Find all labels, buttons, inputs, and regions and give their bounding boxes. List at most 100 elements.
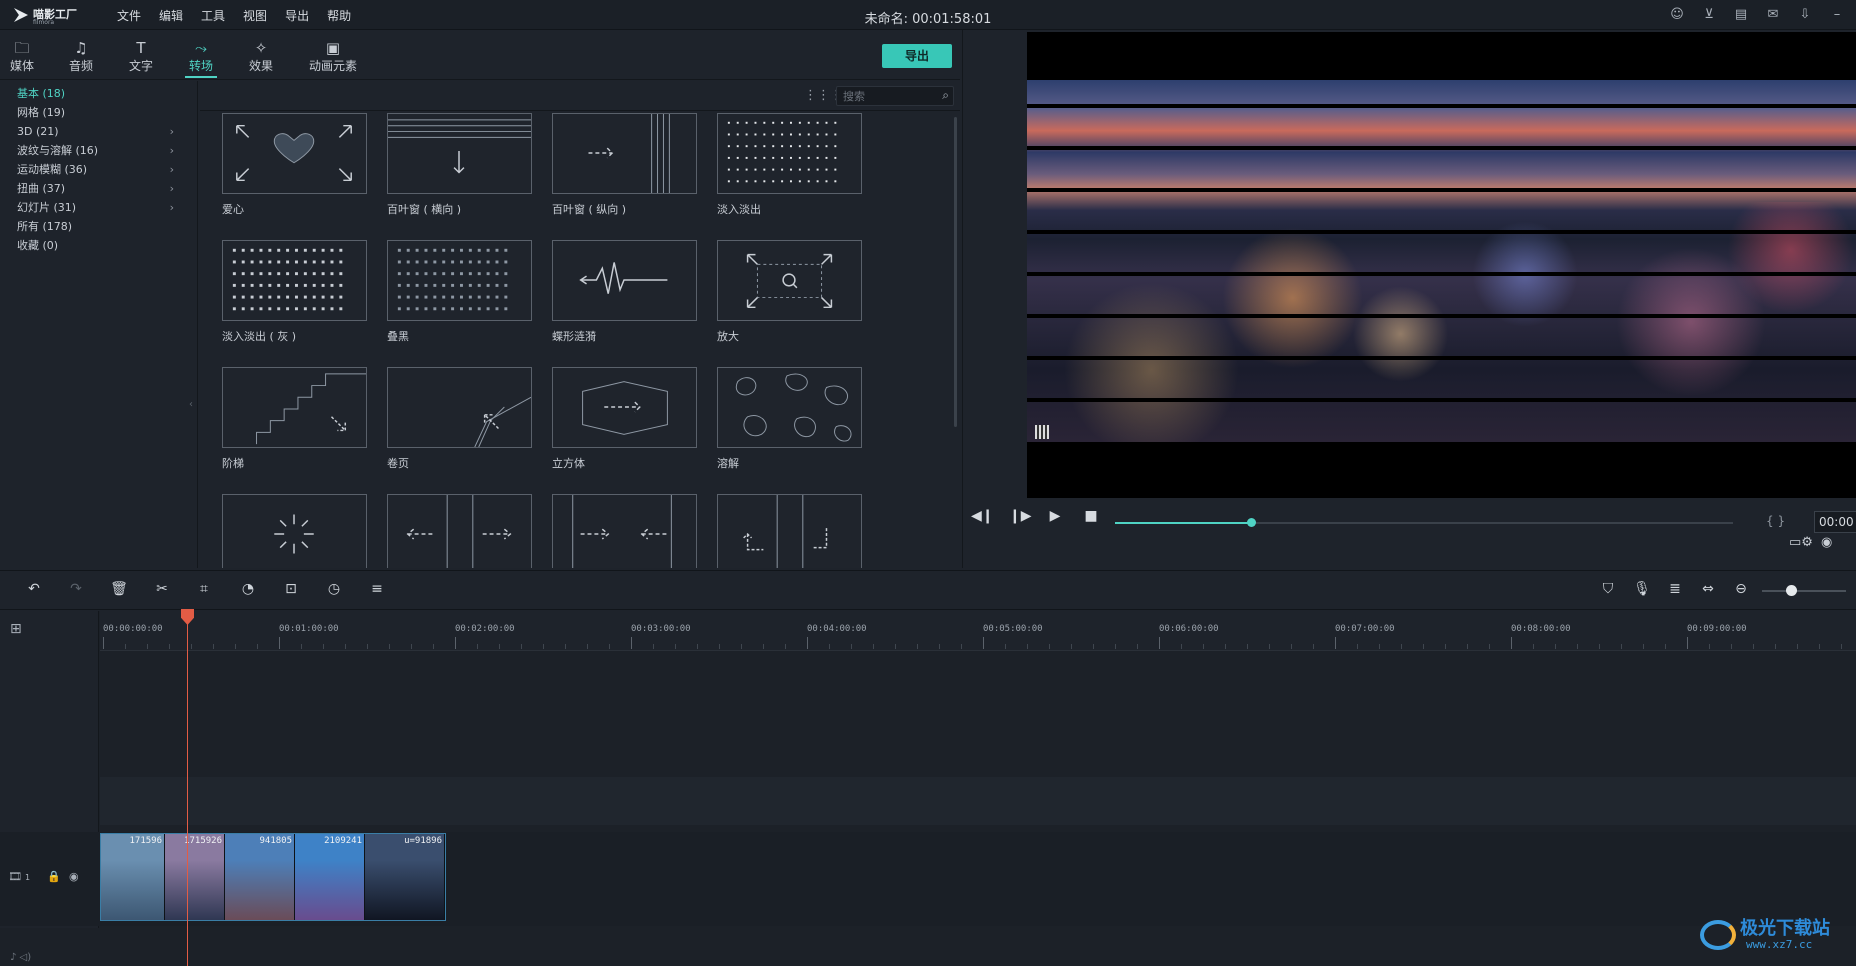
zoom-slider[interactable]: [1762, 590, 1846, 592]
play-frame-icon[interactable]: ❙▶: [1009, 508, 1032, 524]
transition-tile-slide-split[interactable]: [552, 494, 697, 568]
lock-icon[interactable]: 🔒: [47, 870, 61, 883]
menu-export[interactable]: 导出: [276, 7, 318, 24]
timeline-clip[interactable]: 171596: [101, 834, 165, 920]
time-ruler[interactable]: 00:00:00:00 00:01:00:00 00:02:00:00 00:03:0…: [100, 611, 1856, 651]
transition-tile-burst[interactable]: [222, 494, 367, 568]
render-preview-icon[interactable]: ▭⚙: [1789, 535, 1813, 550]
tab-elements[interactable]: ▣ 动画元素: [307, 38, 359, 78]
transition-tile-page-curl[interactable]: 卷页: [387, 367, 532, 477]
ruler-minor-tick: [565, 644, 566, 649]
category-warp[interactable]: 扭曲 (37) ›: [0, 179, 197, 198]
tab-audio[interactable]: ♫ 音频: [67, 38, 95, 78]
cart-icon[interactable]: ⊻: [1700, 6, 1718, 24]
menu-view[interactable]: 视图: [234, 7, 276, 24]
speed-icon[interactable]: ◔: [238, 581, 258, 597]
category-basic[interactable]: 基本 (18): [0, 84, 197, 103]
search-icon[interactable]: ⌕: [942, 88, 949, 103]
export-button[interactable]: 导出: [882, 44, 952, 68]
crop-icon[interactable]: ⌗: [194, 581, 214, 597]
transition-tile-dots-fine[interactable]: 淡入淡出: [717, 113, 862, 223]
marker-icon[interactable]: ⛉: [1598, 581, 1618, 597]
voiceover-icon[interactable]: ≣: [1665, 581, 1685, 597]
user-icon[interactable]: ☺: [1668, 6, 1686, 24]
ruler-minor-tick: [1423, 644, 1424, 649]
undo-icon[interactable]: ↶: [24, 581, 44, 597]
transition-tile-blinds-v[interactable]: 百叶窗 ( 纵向 ): [552, 113, 697, 223]
progress-slider[interactable]: [1115, 518, 1733, 527]
grid-scrollbar[interactable]: [954, 117, 957, 427]
add-track-icon[interactable]: ⊞: [10, 621, 22, 637]
ruler-major-tick: [455, 637, 456, 649]
search-box[interactable]: ⌕: [836, 86, 954, 106]
slide-split-transition-icon: [552, 494, 697, 568]
delete-icon[interactable]: 🗑: [109, 581, 129, 597]
ruler-minor-tick: [939, 644, 940, 649]
transition-tile-dots-gray[interactable]: 淡入淡出 ( 灰 ): [222, 240, 367, 350]
transition-tile-wave[interactable]: 蝶形涟漪: [552, 240, 697, 350]
category-favorites[interactable]: 收藏 (0): [0, 236, 197, 255]
cut-icon[interactable]: ✂: [152, 581, 172, 597]
zoom-knob[interactable]: [1786, 585, 1798, 596]
adjust-icon[interactable]: ≡: [367, 581, 387, 597]
cube-transition-icon: [552, 367, 697, 448]
ruler-label: 00:04:00:00: [807, 624, 867, 634]
menu-help[interactable]: 帮助: [318, 7, 360, 24]
category-motion-blur[interactable]: 运动模糊 (36) ›: [0, 160, 197, 179]
mark-in-out-icon[interactable]: { }: [1766, 514, 1785, 528]
microphone-icon[interactable]: 🎙: [1632, 581, 1652, 597]
fit-icon[interactable]: ⇔: [1698, 581, 1718, 597]
transition-tile-zoom[interactable]: 放大: [717, 240, 862, 350]
timeline-clip[interactable]: u=91896: [365, 834, 445, 920]
playhead-line[interactable]: [187, 620, 188, 966]
ruler-minor-tick: [719, 644, 720, 649]
transition-tile-stairs[interactable]: 阶梯: [222, 367, 367, 477]
prev-frame-icon[interactable]: ◀❙: [971, 508, 994, 524]
timeline-clip[interactable]: 1715926: [165, 834, 225, 920]
tab-elements-label: 动画元素: [308, 59, 357, 73]
category-slideshow[interactable]: 幻灯片 (31) ›: [0, 198, 197, 217]
logo-sub: filmora: [33, 19, 55, 26]
minimize-icon[interactable]: –: [1828, 6, 1846, 24]
tab-text[interactable]: T 文字: [127, 38, 155, 78]
category-grid[interactable]: 网格 (19): [0, 103, 197, 122]
transition-tile-push-split[interactable]: [387, 494, 532, 568]
play-icon[interactable]: ▶: [1045, 508, 1065, 524]
collapse-panel-icon[interactable]: ‹: [189, 399, 193, 410]
zoom-out-icon[interactable]: ⊖: [1731, 581, 1751, 597]
eye-icon[interactable]: ◉: [69, 870, 79, 883]
ruler-minor-tick: [1247, 644, 1248, 649]
transition-tile-blinds-h[interactable]: 百叶窗 ( 横向 ): [387, 113, 532, 223]
transition-tile-heart[interactable]: 爱心: [222, 113, 367, 223]
download-icon[interactable]: ⇩: [1796, 6, 1814, 24]
search-input[interactable]: [843, 89, 931, 104]
transition-label: 叠黑: [387, 330, 409, 343]
transition-tile-dissolve[interactable]: 溶解: [717, 367, 862, 477]
menu-file[interactable]: 文件: [108, 7, 150, 24]
timeline-clip[interactable]: 2109241: [295, 834, 365, 920]
progress-knob[interactable]: [1246, 518, 1256, 527]
tab-effects[interactable]: ✧ 效果: [247, 38, 275, 78]
category-3d[interactable]: 3D (21) ›: [0, 122, 197, 141]
tab-transitions[interactable]: ⤳ 转场: [185, 38, 217, 78]
redo-icon[interactable]: ↷: [66, 581, 86, 597]
menu-tools[interactable]: 工具: [192, 7, 234, 24]
category-ripple-dissolve[interactable]: 波纹与溶解 (16) ›: [0, 141, 197, 160]
transition-tile-cube[interactable]: 立方体: [552, 367, 697, 477]
tab-media[interactable]: 🗀 媒体: [8, 38, 36, 78]
mail-icon[interactable]: ✉: [1764, 6, 1782, 24]
clip-strip: 171596 1715926 941805 2109241 u=91896: [100, 833, 446, 921]
timeline: ⊞ 00:00:00:00 00:01:00:00 00:02:00:00 00:03…: [0, 611, 1856, 966]
menu-edit[interactable]: 编辑: [150, 7, 192, 24]
duration-icon[interactable]: ◷: [324, 581, 344, 597]
ruler-minor-tick: [433, 644, 434, 649]
transition-tile-dots-black[interactable]: 叠黑: [387, 240, 532, 350]
chevron-right-icon: ›: [169, 144, 174, 157]
green-screen-icon[interactable]: ⊡: [281, 581, 301, 597]
timeline-clip[interactable]: 941805: [225, 834, 295, 920]
camera-icon[interactable]: ◉: [1821, 535, 1832, 550]
save-icon[interactable]: ▤: [1732, 6, 1750, 24]
stop-icon[interactable]: ■: [1081, 508, 1101, 524]
transition-tile-corner[interactable]: [717, 494, 862, 568]
category-all[interactable]: 所有 (178): [0, 217, 197, 236]
